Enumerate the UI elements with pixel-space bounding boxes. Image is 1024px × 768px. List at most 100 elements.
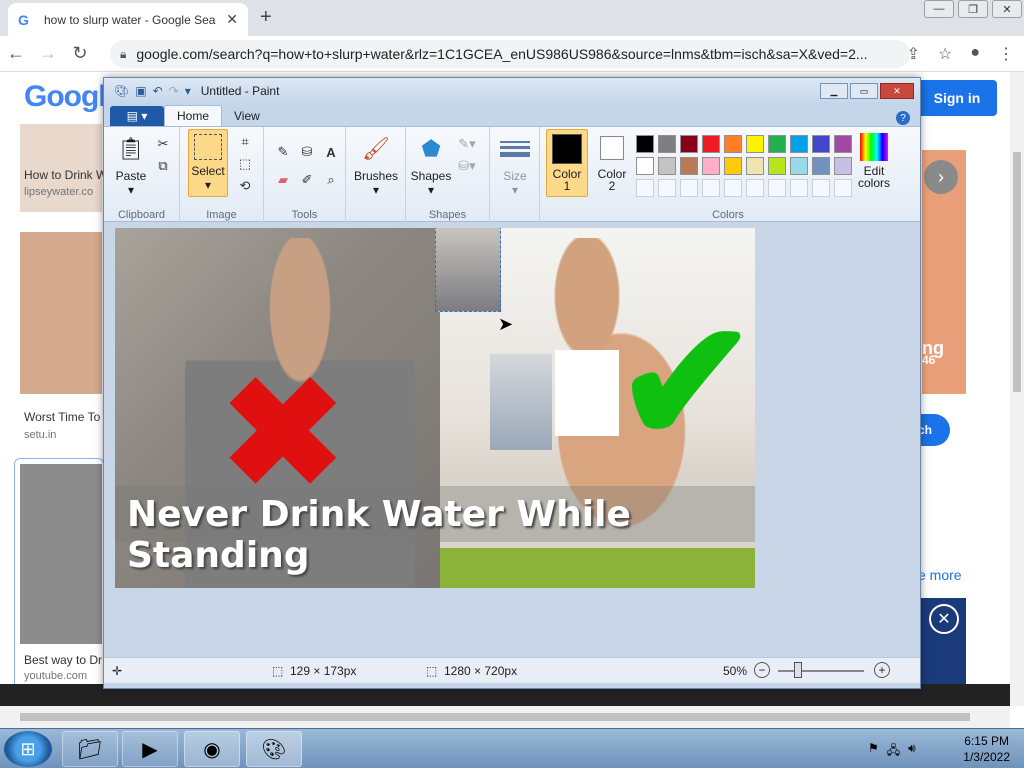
new-tab-button[interactable]: +: [260, 6, 272, 29]
result-title-1[interactable]: How to Drink W: [24, 168, 107, 182]
address-bar[interactable]: 🔒︎ google.com/search?q=how+to+slurp+wate…: [110, 40, 910, 68]
eraser-icon[interactable]: ▰: [274, 171, 292, 189]
undo-icon[interactable]: ↶: [153, 84, 163, 98]
palette-swatch[interactable]: [636, 135, 654, 153]
cut-icon[interactable]: ✂: [154, 135, 172, 153]
clock[interactable]: 6:15 PM 1/3/2022: [963, 733, 1010, 765]
color-picker-icon[interactable]: ✐: [298, 171, 316, 189]
palette-swatch[interactable]: [724, 179, 742, 197]
profile-icon[interactable]: ●: [970, 44, 980, 64]
start-button[interactable]: ⊞: [4, 731, 52, 767]
palette-swatch[interactable]: [746, 157, 764, 175]
copy-icon[interactable]: ⧉: [154, 157, 172, 175]
tab-close-icon[interactable]: ✕: [226, 11, 238, 28]
palette-swatch[interactable]: [680, 179, 698, 197]
size-button[interactable]: Size ▾: [496, 133, 534, 197]
color1-button[interactable]: Color 1: [546, 129, 588, 197]
shapes-button[interactable]: ⬟ Shapes ▾: [410, 133, 452, 197]
chrome-taskbar-icon[interactable]: ◉: [184, 731, 240, 767]
minimize-button[interactable]: —: [924, 0, 954, 18]
explorer-taskbar-icon[interactable]: 📁︎: [62, 731, 118, 767]
palette-swatch[interactable]: [680, 157, 698, 175]
zoom-in-icon[interactable]: +: [874, 662, 890, 678]
help-icon[interactable]: ?: [896, 111, 910, 125]
palette-swatch[interactable]: [658, 179, 676, 197]
paint-title-bar[interactable]: 🎨︎ ▣ ↶ ↷ ▾ Untitled - Paint ▁ ▭ ✕: [104, 78, 920, 104]
page-vertical-scrollbar[interactable]: [1010, 72, 1024, 706]
redo-icon[interactable]: ↷: [169, 84, 179, 98]
palette-swatch[interactable]: [790, 135, 808, 153]
bookmark-star-icon[interactable]: ☆: [938, 44, 952, 64]
volume-icon[interactable]: 🔊︎: [908, 741, 916, 762]
rotate-icon[interactable]: ⟲: [236, 177, 254, 195]
palette-swatch[interactable]: [724, 135, 742, 153]
see-more-link[interactable]: e more: [918, 567, 962, 583]
zoom-slider[interactable]: [778, 670, 864, 672]
selected-thumbnail[interactable]: [435, 228, 501, 312]
crop-icon[interactable]: ⌗: [236, 133, 254, 151]
palette-swatch[interactable]: [724, 157, 742, 175]
palette-swatch[interactable]: [636, 179, 654, 197]
canvas-area[interactable]: ✖ ✔ Never Drink Water While Standing: [104, 222, 920, 657]
media-player-taskbar-icon[interactable]: ▶: [122, 731, 178, 767]
forward-icon[interactable]: →: [32, 43, 64, 64]
back-icon[interactable]: ←: [0, 43, 32, 64]
palette-swatch[interactable]: [812, 179, 830, 197]
zoom-slider-thumb[interactable]: [794, 662, 802, 678]
magnifier-icon[interactable]: ⌕: [322, 171, 340, 189]
paint-maximize-button[interactable]: ▭: [850, 83, 878, 99]
share-icon[interactable]: ⇪: [907, 44, 920, 64]
palette-swatch[interactable]: [812, 135, 830, 153]
next-arrow-icon[interactable]: ›: [924, 160, 958, 194]
page-horizontal-scrollbar[interactable]: [0, 706, 1010, 728]
edit-colors-button[interactable]: Edit colors: [850, 133, 898, 190]
file-menu-button[interactable]: ▤ ▾: [110, 106, 164, 126]
palette-swatch[interactable]: [702, 135, 720, 153]
menu-icon[interactable]: ⋮: [998, 44, 1014, 64]
sign-in-button[interactable]: Sign in: [917, 80, 997, 116]
text-icon[interactable]: A: [322, 143, 340, 161]
canvas-image[interactable]: ✖ ✔ Never Drink Water While Standing: [115, 228, 755, 588]
zoom-out-icon[interactable]: −: [754, 662, 770, 678]
palette-swatch[interactable]: [636, 157, 654, 175]
customize-qat-icon[interactable]: ▾: [185, 84, 191, 98]
google-logo[interactable]: Googl: [24, 80, 107, 114]
tab-home[interactable]: Home: [164, 105, 223, 126]
network-icon[interactable]: 🖧︎: [887, 741, 900, 762]
video-thumb[interactable]: [20, 464, 102, 644]
palette-swatch[interactable]: [702, 179, 720, 197]
browser-tab[interactable]: G how to slurp water - Google Sea ✕: [8, 3, 248, 36]
result-thumb-2[interactable]: [20, 232, 102, 394]
palette-swatch[interactable]: [790, 157, 808, 175]
tab-view[interactable]: View: [222, 106, 272, 126]
palette-swatch[interactable]: [658, 157, 676, 175]
shape-fill-icon[interactable]: ⛁▾: [458, 157, 476, 175]
palette-swatch[interactable]: [768, 179, 786, 197]
search-button-partial[interactable]: ch: [918, 414, 950, 446]
palette-swatch[interactable]: [746, 179, 764, 197]
result-title-3[interactable]: Best way to Dr: [24, 653, 102, 667]
reload-icon[interactable]: ↻: [64, 43, 96, 64]
pencil-icon[interactable]: ✎: [274, 143, 292, 161]
palette-swatch[interactable]: [812, 157, 830, 175]
palette-swatch[interactable]: [680, 135, 698, 153]
color2-button[interactable]: Color 2: [592, 129, 632, 193]
action-center-icon[interactable]: ⚑: [868, 741, 879, 762]
palette-swatch[interactable]: [768, 135, 786, 153]
outline-icon[interactable]: ✎▾: [458, 135, 476, 153]
save-icon[interactable]: ▣: [135, 84, 146, 98]
palette-swatch[interactable]: [746, 135, 764, 153]
brushes-button[interactable]: 🖌︎ Brushes ▾: [352, 133, 400, 197]
resize-icon[interactable]: ⬚: [236, 155, 254, 173]
select-button[interactable]: Select ▾: [188, 129, 228, 197]
paste-button[interactable]: 📋︎ Paste ▾: [114, 133, 148, 197]
restore-button[interactable]: ❐: [958, 0, 988, 18]
palette-swatch[interactable]: [790, 179, 808, 197]
paint-close-button[interactable]: ✕: [880, 83, 914, 99]
paint-taskbar-icon[interactable]: 🎨︎: [246, 731, 302, 767]
close-button[interactable]: ✕: [992, 0, 1022, 18]
palette-swatch[interactable]: [702, 157, 720, 175]
fill-icon[interactable]: ⛁: [298, 143, 316, 161]
paint-minimize-button[interactable]: ▁: [820, 83, 848, 99]
palette-swatch[interactable]: [768, 157, 786, 175]
